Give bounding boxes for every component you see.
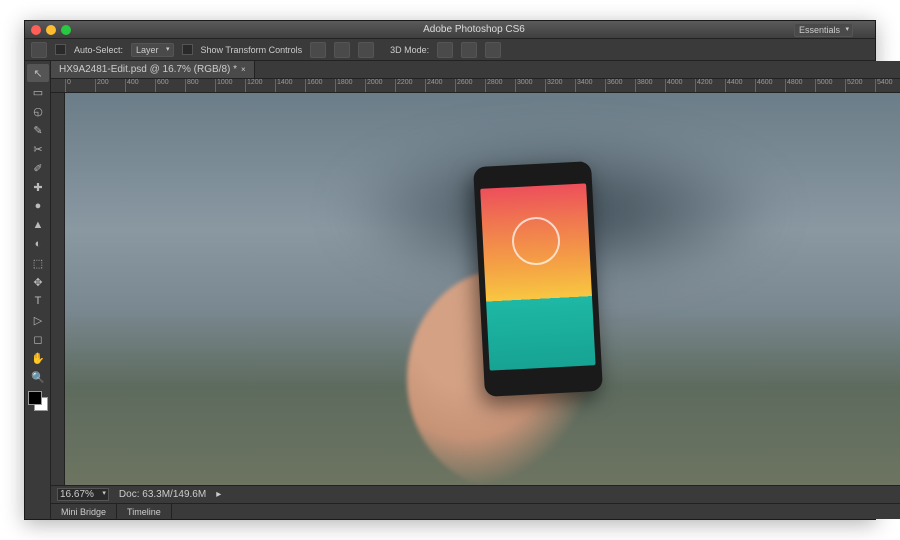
ruler-tick: 4400	[725, 79, 755, 92]
auto-select-checkbox[interactable]	[55, 44, 66, 55]
titlebar: Adobe Photoshop CS6 Essentials	[25, 21, 875, 39]
close-icon[interactable]	[31, 25, 41, 35]
tools-panel: ↖▭◵✎✂✐✚●▲◐⬚✥T▷◻✋🔍	[25, 61, 51, 519]
show-transform-label: Show Transform Controls	[201, 45, 303, 55]
ruler-tick: 5000	[815, 79, 845, 92]
tool-button[interactable]: ✚	[27, 178, 49, 196]
close-tab-icon[interactable]: ×	[241, 65, 246, 74]
bottom-panel-tabs: Mini BridgeTimeline	[51, 503, 900, 519]
ruler-tick: 3400	[575, 79, 605, 92]
tool-button[interactable]: ✋	[27, 349, 49, 367]
doc-info: Doc: 63.3M/149.6M	[119, 489, 206, 500]
ruler-tick: 2000	[365, 79, 395, 92]
chevron-right-icon[interactable]: ▸	[216, 489, 221, 500]
tool-button[interactable]: ●	[27, 197, 49, 215]
tool-button[interactable]: T	[27, 292, 49, 310]
3d-icon[interactable]	[485, 42, 501, 58]
ruler-tick: 4600	[755, 79, 785, 92]
ruler-tick: 4800	[785, 79, 815, 92]
ruler-tick: 2800	[485, 79, 515, 92]
document-tab[interactable]: HX9A2481-Edit.psd @ 16.7% (RGB/8) * ×	[51, 61, 255, 78]
3d-mode-label: 3D Mode:	[390, 45, 429, 55]
color-swatch[interactable]	[28, 391, 48, 411]
tool-button[interactable]: ✐	[27, 159, 49, 177]
phone-screen	[480, 183, 595, 370]
ruler-tick: 2400	[425, 79, 455, 92]
align-icon[interactable]	[358, 42, 374, 58]
status-bar: 16.67% Doc: 63.3M/149.6M ▸	[51, 485, 900, 503]
tool-button[interactable]: ▭	[27, 83, 49, 101]
tool-button[interactable]: ↖	[27, 64, 49, 82]
tool-button[interactable]: ✎	[27, 121, 49, 139]
tool-button[interactable]: ◻	[27, 330, 49, 348]
ruler-tick: 0	[65, 79, 95, 92]
zoom-dropdown[interactable]: 16.67%	[57, 488, 109, 501]
ruler-tick: 1400	[275, 79, 305, 92]
bottom-tab[interactable]: Timeline	[117, 504, 172, 519]
ruler-tick: 1000	[215, 79, 245, 92]
traffic-lights	[31, 25, 71, 35]
ruler-tick: 2600	[455, 79, 485, 92]
align-icon[interactable]	[310, 42, 326, 58]
document-area: HX9A2481-Edit.psd @ 16.7% (RGB/8) * × 02…	[51, 61, 900, 519]
ruler-tick: 3600	[605, 79, 635, 92]
ruler-tick: 400	[125, 79, 155, 92]
bottom-tab[interactable]: Mini Bridge	[51, 504, 117, 519]
ruler-tick: 2200	[395, 79, 425, 92]
3d-icon[interactable]	[437, 42, 453, 58]
ruler-tick: 200	[95, 79, 125, 92]
tool-button[interactable]: ◐	[27, 235, 49, 253]
show-transform-checkbox[interactable]	[182, 44, 193, 55]
tool-button[interactable]: ◵	[27, 102, 49, 120]
ruler-tick: 5200	[845, 79, 875, 92]
tool-button[interactable]: ▲	[27, 216, 49, 234]
ruler-tick: 3200	[545, 79, 575, 92]
tool-button[interactable]: ⬚	[27, 254, 49, 272]
auto-select-dropdown[interactable]: Layer	[131, 43, 174, 57]
canvas-image	[65, 93, 900, 485]
ruler-tick: 5400	[875, 79, 900, 92]
ruler-tick: 4200	[695, 79, 725, 92]
auto-select-label: Auto-Select:	[74, 45, 123, 55]
tool-button[interactable]: ✂	[27, 140, 49, 158]
ruler-tick: 1200	[245, 79, 275, 92]
align-icon[interactable]	[334, 42, 350, 58]
document-tab-label: HX9A2481-Edit.psd @ 16.7% (RGB/8) *	[59, 64, 237, 75]
tool-button[interactable]: ▷	[27, 311, 49, 329]
document-tabs: HX9A2481-Edit.psd @ 16.7% (RGB/8) * ×	[51, 61, 900, 79]
canvas[interactable]	[65, 93, 900, 485]
vertical-ruler[interactable]	[51, 93, 65, 485]
zoom-icon[interactable]	[61, 25, 71, 35]
move-tool-icon[interactable]	[31, 42, 47, 58]
ruler-tick: 4000	[665, 79, 695, 92]
minimize-icon[interactable]	[46, 25, 56, 35]
phone-mockup	[473, 161, 603, 397]
ruler-tick: 1800	[335, 79, 365, 92]
tool-button[interactable]: ✥	[27, 273, 49, 291]
application-window: Adobe Photoshop CS6 Essentials Auto-Sele…	[24, 20, 876, 520]
3d-icon[interactable]	[461, 42, 477, 58]
ruler-tick: 3000	[515, 79, 545, 92]
ruler-tick: 600	[155, 79, 185, 92]
ruler-tick: 800	[185, 79, 215, 92]
ruler-tick: 3800	[635, 79, 665, 92]
ruler-tick: 1600	[305, 79, 335, 92]
tool-button[interactable]: 🔍	[27, 368, 49, 386]
window-title: Adobe Photoshop CS6	[79, 24, 869, 35]
horizontal-ruler[interactable]: 0200400600800100012001400160018002000220…	[51, 79, 900, 93]
canvas-wrap	[51, 93, 900, 485]
options-bar: Auto-Select: Layer Show Transform Contro…	[25, 39, 875, 61]
main-body: ↖▭◵✎✂✐✚●▲◐⬚✥T▷◻✋🔍 HX9A2481-Edit.psd @ 16…	[25, 61, 875, 519]
workspace-switcher[interactable]: Essentials	[794, 23, 853, 37]
